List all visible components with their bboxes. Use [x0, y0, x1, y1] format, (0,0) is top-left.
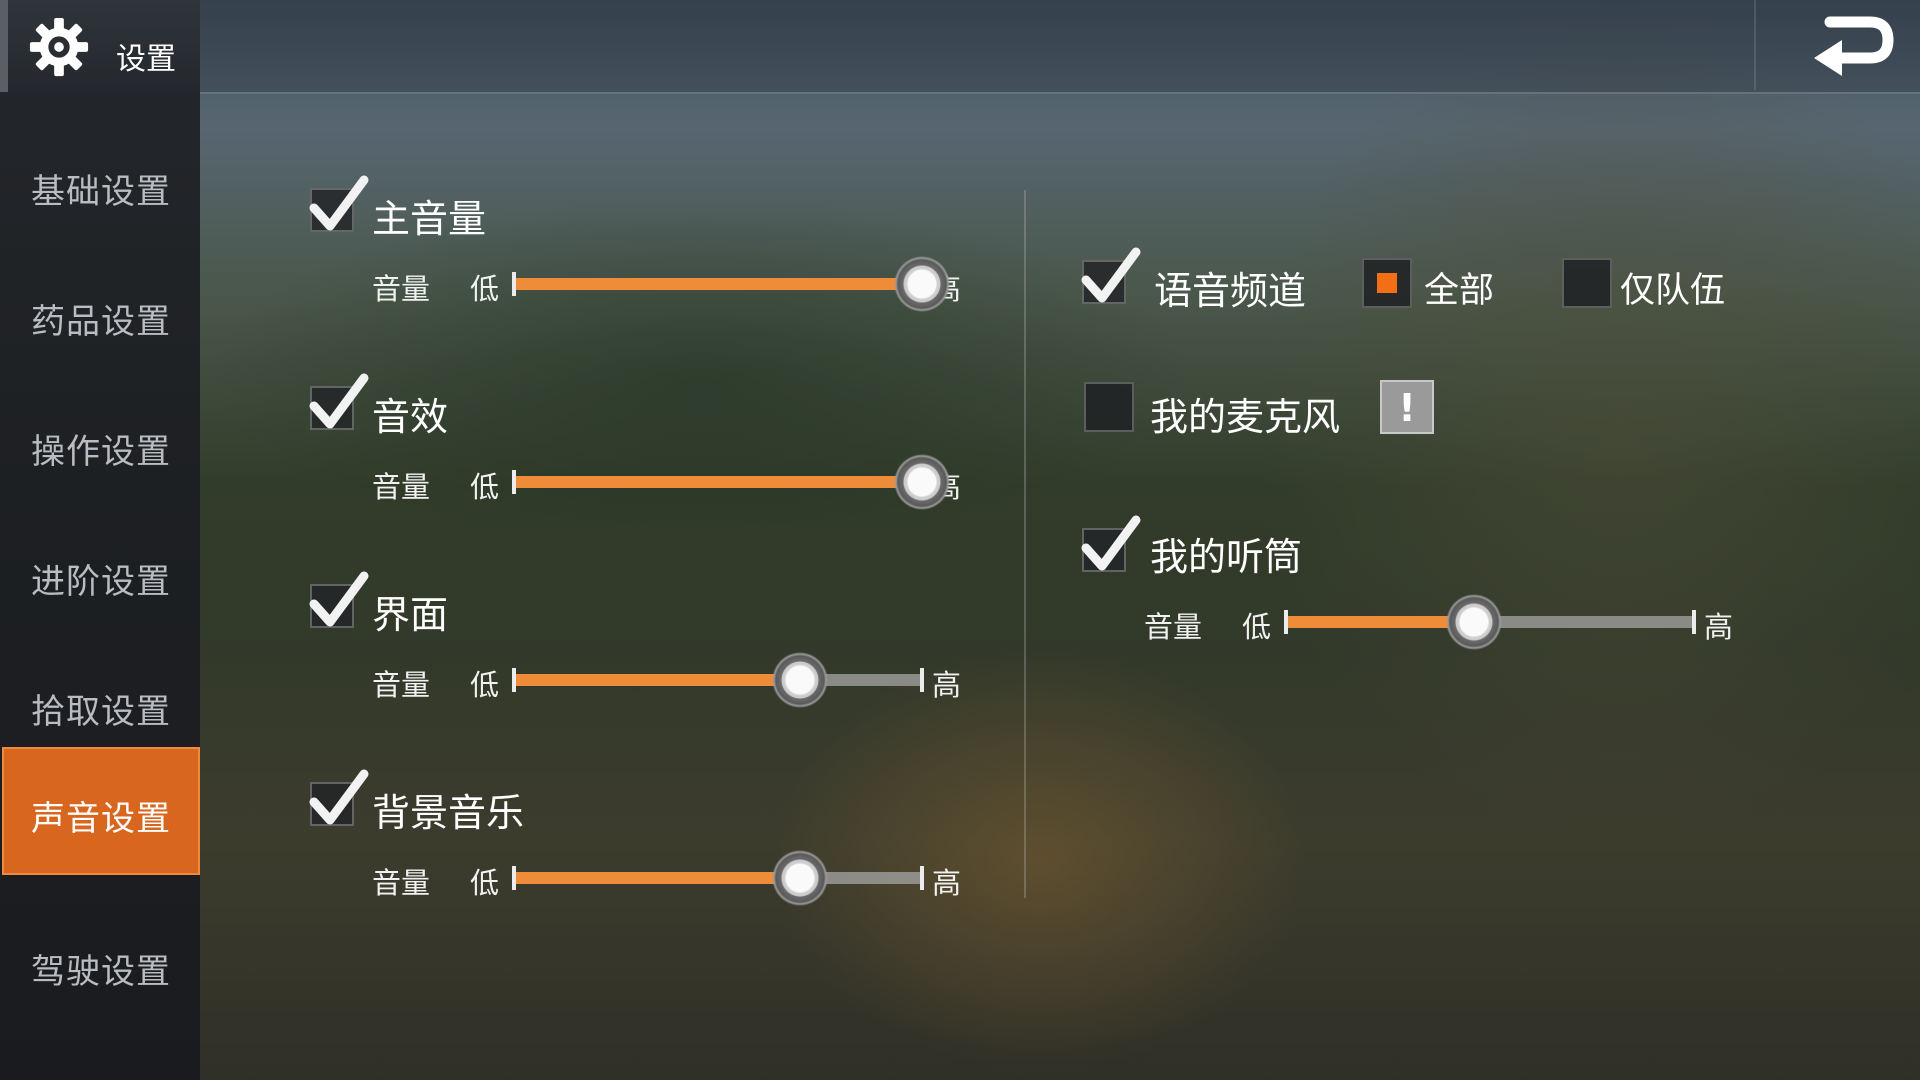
back-divider [1754, 0, 1756, 90]
voice-option-team-label: 仅队伍 [1620, 271, 1726, 311]
checkmark-icon [309, 571, 369, 627]
background-scene [0, 0, 1920, 1080]
sidebar-item-label: 药品设置 [31, 302, 171, 342]
checkmark-icon [309, 769, 369, 825]
voice-option-all-radio[interactable] [1362, 258, 1412, 308]
sidebar-item-controls[interactable]: 操作设置 [2, 382, 200, 510]
voice-channel-checkbox[interactable] [1081, 247, 1141, 304]
high-label: 高 [1704, 610, 1734, 644]
high-label: 高 [932, 866, 962, 900]
background-music-checkbox[interactable] [309, 769, 369, 826]
volume-label: 音量 [372, 470, 431, 504]
low-label: 低 [470, 866, 500, 900]
master-volume-checkbox[interactable] [309, 175, 369, 232]
back-arrow-icon[interactable] [1790, 8, 1900, 84]
sidebar-item-label: 操作设置 [31, 432, 171, 472]
low-label: 低 [470, 668, 500, 702]
speaker-volume-slider[interactable] [1284, 594, 1696, 650]
settings-title-block: 设置 [0, 0, 200, 92]
checkmark-icon [1081, 247, 1141, 303]
top-bar [0, 0, 1920, 92]
interface-title: 界面 [372, 593, 449, 637]
volume-label: 音量 [372, 668, 431, 702]
voice-option-all-label: 全部 [1424, 271, 1495, 311]
background-music-title: 背景音乐 [372, 791, 525, 835]
sidebar: 基础设置 药品设置 操作设置 进阶设置 拾取设置 声音设置 驾驶设置 [0, 92, 200, 1080]
volume-label: 音量 [372, 866, 431, 900]
sidebar-item-label: 驾驶设置 [31, 952, 171, 992]
sidebar-item-medicine[interactable]: 药品设置 [2, 252, 200, 380]
page-title: 设置 [116, 42, 176, 77]
gear-icon [29, 17, 89, 77]
low-label: 低 [470, 272, 500, 306]
sidebar-item-label: 基础设置 [31, 172, 171, 212]
panel-divider [1024, 190, 1026, 898]
sound-effects-checkbox[interactable] [309, 373, 369, 430]
sidebar-item-label: 声音设置 [31, 799, 171, 839]
interface-checkbox[interactable] [309, 571, 369, 628]
microphone-title: 我的麦克风 [1150, 395, 1341, 439]
voice-channel-title: 语音频道 [1154, 269, 1307, 313]
sidebar-item-label: 拾取设置 [31, 692, 171, 732]
interface-volume-slider[interactable] [512, 652, 924, 708]
title-accent-bar [0, 0, 8, 92]
slider-knob[interactable] [894, 256, 950, 312]
checkmark-icon [309, 373, 369, 429]
background-music-slider[interactable] [512, 850, 924, 906]
microphone-warning-button[interactable]: ! [1380, 380, 1434, 434]
voice-option-team-radio[interactable] [1562, 258, 1612, 308]
speaker-checkbox[interactable] [1081, 515, 1141, 572]
checkmark-icon [1081, 515, 1141, 571]
sound-effects-slider[interactable] [512, 454, 950, 510]
volume-label: 音量 [1144, 610, 1203, 644]
exclamation-icon: ! [1398, 386, 1416, 430]
checkmark-icon [309, 175, 369, 231]
slider-knob[interactable] [771, 850, 828, 906]
master-volume-slider[interactable] [512, 256, 950, 312]
speaker-title: 我的听筒 [1150, 535, 1303, 579]
slider-knob[interactable] [771, 652, 828, 708]
sidebar-item-advanced[interactable]: 进阶设置 [2, 512, 200, 640]
volume-label: 音量 [372, 272, 431, 306]
master-volume-title: 主音量 [372, 197, 487, 241]
sound-effects-title: 音效 [372, 395, 449, 439]
low-label: 低 [1242, 610, 1272, 644]
slider-knob[interactable] [894, 454, 950, 510]
sidebar-item-label: 进阶设置 [31, 562, 171, 602]
sidebar-item-sound[interactable]: 声音设置 [2, 747, 200, 875]
slider-knob[interactable] [1445, 594, 1502, 650]
microphone-checkbox[interactable] [1084, 382, 1134, 432]
low-label: 低 [470, 470, 500, 504]
high-label: 高 [932, 668, 962, 702]
sidebar-item-basic[interactable]: 基础设置 [2, 122, 200, 250]
header-divider [200, 92, 1920, 94]
sidebar-item-driving[interactable]: 驾驶设置 [2, 902, 200, 1030]
